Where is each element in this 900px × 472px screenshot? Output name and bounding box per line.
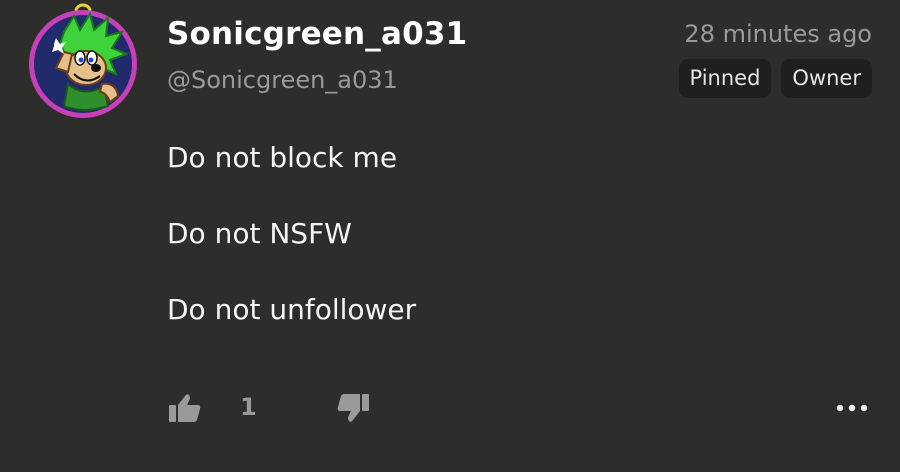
avatar-image: [29, 3, 137, 118]
pinned-post: Sonicgreen_a031 @Sonicgreen_a031 28 minu…: [0, 0, 900, 472]
post-actions: 1: [0, 388, 900, 428]
owner-badge: Owner: [781, 59, 872, 98]
author-handle[interactable]: @Sonicgreen_a031: [167, 66, 398, 94]
pinned-badge: Pinned: [678, 59, 772, 98]
thumbs-up-icon: [169, 394, 201, 422]
like-count: 1: [240, 393, 257, 421]
body-line: Do not unfollower: [167, 293, 417, 326]
body-line: Do not block me: [167, 141, 398, 174]
more-options-button[interactable]: [834, 396, 870, 420]
thumbs-down-icon: [337, 394, 369, 422]
author-display-name[interactable]: Sonicgreen_a031: [167, 16, 467, 52]
like-button[interactable]: [168, 392, 202, 424]
author-avatar[interactable]: [24, 2, 142, 120]
post-timestamp: 28 minutes ago: [684, 20, 872, 48]
dislike-button[interactable]: [336, 392, 370, 424]
body-line: Do not NSFW: [167, 217, 352, 250]
more-dots-icon: [836, 404, 868, 412]
post-badges: Pinned Owner: [678, 59, 872, 98]
post-body: Do not block me Do not NSFW Do not unfol…: [167, 138, 416, 366]
